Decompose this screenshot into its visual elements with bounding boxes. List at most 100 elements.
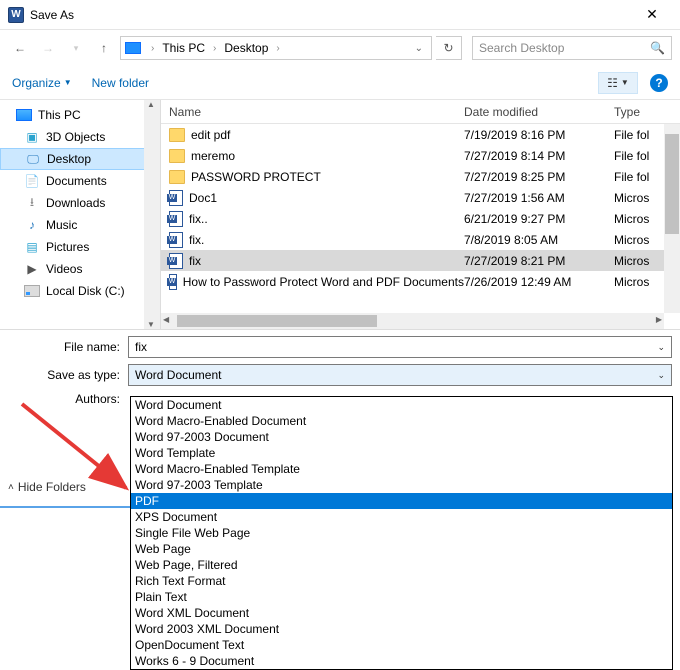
cube-icon: ▣: [24, 129, 40, 145]
divider: [0, 506, 130, 508]
word-app-icon: W: [8, 7, 24, 23]
saveastype-option[interactable]: Word 2003 XML Document: [131, 621, 672, 637]
word-doc-icon: [169, 232, 183, 248]
folder-icon: [169, 170, 185, 184]
window-title: Save As: [30, 8, 632, 22]
chevron-down-icon: ▼: [621, 78, 629, 87]
breadcrumb-dropdown-icon[interactable]: ⌄: [415, 43, 427, 54]
word-doc-icon: [169, 211, 183, 227]
tree-downloads[interactable]: ⭳ Downloads: [0, 192, 160, 214]
breadcrumb[interactable]: › This PC › Desktop › ⌄: [120, 36, 432, 60]
saveastype-option[interactable]: Web Page: [131, 541, 672, 557]
crumb-this-pc[interactable]: This PC: [160, 41, 207, 55]
saveastype-option[interactable]: Word Macro-Enabled Document: [131, 413, 672, 429]
file-row[interactable]: PASSWORD PROTECT7/27/2019 8:25 PMFile fo…: [161, 166, 680, 187]
folder-icon: [169, 149, 185, 163]
saveastype-option[interactable]: Works 6 - 9 Document: [131, 653, 672, 669]
view-options-button[interactable]: ☷ ▼: [598, 72, 638, 94]
saveastype-option[interactable]: Word Document: [131, 397, 672, 413]
close-button[interactable]: ✕: [632, 0, 672, 30]
search-placeholder: Search Desktop: [479, 41, 564, 55]
address-bar: ← → ▾ ↑ › This PC › Desktop › ⌄ ↻ Search…: [0, 30, 680, 66]
chevron-down-icon: ▼: [64, 78, 72, 87]
file-row[interactable]: fix7/27/2019 8:21 PMMicros: [161, 250, 680, 271]
word-doc-icon: [169, 274, 177, 290]
titlebar: W Save As ✕: [0, 0, 680, 30]
tree-scrollbar[interactable]: [144, 100, 160, 329]
new-folder-button[interactable]: New folder: [92, 76, 149, 90]
back-button[interactable]: ←: [8, 36, 32, 60]
hide-folders-button[interactable]: ˄ Hide Folders: [8, 480, 130, 494]
tree-desktop[interactable]: 🖵 Desktop: [0, 148, 160, 170]
tree-videos[interactable]: ▶ Videos: [0, 258, 160, 280]
chevron-down-icon[interactable]: ⌄: [657, 342, 665, 353]
videos-icon: ▶: [24, 261, 40, 277]
filename-input[interactable]: fix ⌄: [128, 336, 672, 358]
tree-this-pc[interactable]: This PC: [0, 104, 160, 126]
saveastype-option[interactable]: Web Page, Filtered: [131, 557, 672, 573]
pc-icon: [16, 109, 32, 121]
saveastype-option[interactable]: Word Macro-Enabled Template: [131, 461, 672, 477]
file-list-vscrollbar[interactable]: [664, 124, 680, 313]
tree-music[interactable]: ♪ Music: [0, 214, 160, 236]
chevron-down-icon: ⌄: [657, 370, 665, 381]
col-name[interactable]: Name: [161, 100, 464, 123]
saveastype-option[interactable]: Rich Text Format: [131, 573, 672, 589]
search-input[interactable]: Search Desktop 🔍: [472, 36, 672, 60]
authors-label: Authors:: [8, 392, 128, 406]
tree-documents[interactable]: 📄 Documents: [0, 170, 160, 192]
disk-icon: [24, 285, 40, 297]
saveastype-label: Save as type:: [8, 368, 128, 382]
up-button[interactable]: ↑: [92, 36, 116, 60]
saveastype-option[interactable]: Word XML Document: [131, 605, 672, 621]
column-headers: Name Date modified Type: [161, 100, 680, 124]
pc-icon: [125, 42, 141, 54]
chevron-right-icon[interactable]: ›: [272, 43, 283, 54]
saveastype-option[interactable]: XPS Document: [131, 509, 672, 525]
music-icon: ♪: [24, 217, 40, 233]
file-row[interactable]: fix.7/8/2019 8:05 AMMicros: [161, 229, 680, 250]
crumb-desktop[interactable]: Desktop: [222, 41, 270, 55]
nav-tree: This PC ▣ 3D Objects 🖵 Desktop 📄 Documen…: [0, 100, 160, 329]
desktop-icon: 🖵: [25, 151, 41, 167]
file-list: Name Date modified Type edit pdf7/19/201…: [161, 100, 680, 329]
help-button[interactable]: ?: [650, 74, 668, 92]
saveastype-options: Word DocumentWord Macro-Enabled Document…: [130, 396, 673, 670]
file-row[interactable]: Doc17/27/2019 1:56 AMMicros: [161, 187, 680, 208]
pictures-icon: ▤: [24, 239, 40, 255]
col-date[interactable]: Date modified: [464, 100, 614, 123]
file-row[interactable]: How to Password Protect Word and PDF Doc…: [161, 271, 680, 292]
tree-3d-objects[interactable]: ▣ 3D Objects: [0, 126, 160, 148]
saveastype-option[interactable]: Single File Web Page: [131, 525, 672, 541]
footer: ˄ Hide Folders: [0, 480, 130, 494]
saveastype-option[interactable]: Word Template: [131, 445, 672, 461]
saveastype-option[interactable]: OpenDocument Text: [131, 637, 672, 653]
file-row[interactable]: meremo7/27/2019 8:14 PMFile fol: [161, 145, 680, 166]
refresh-button[interactable]: ↻: [436, 36, 462, 60]
file-row[interactable]: fix..6/21/2019 9:27 PMMicros: [161, 208, 680, 229]
forward-button[interactable]: →: [36, 36, 60, 60]
view-icon: ☷: [607, 76, 618, 90]
word-doc-icon: [169, 190, 183, 206]
saveastype-option[interactable]: Word 97-2003 Document: [131, 429, 672, 445]
main-pane: This PC ▣ 3D Objects 🖵 Desktop 📄 Documen…: [0, 100, 680, 330]
downloads-icon: ⭳: [24, 195, 40, 211]
folder-icon: [169, 128, 185, 142]
saveastype-dropdown[interactable]: Word Document ⌄: [128, 364, 672, 386]
recent-dropdown[interactable]: ▾: [64, 36, 88, 60]
col-type[interactable]: Type: [614, 100, 664, 123]
file-row[interactable]: edit pdf7/19/2019 8:16 PMFile fol: [161, 124, 680, 145]
saveastype-option[interactable]: PDF: [131, 493, 672, 509]
saveastype-option[interactable]: Word 97-2003 Template: [131, 477, 672, 493]
tree-local-disk[interactable]: Local Disk (C:): [0, 280, 160, 302]
chevron-up-icon: ˄: [8, 482, 14, 493]
organize-button[interactable]: Organize ▼: [12, 76, 72, 90]
documents-icon: 📄: [24, 173, 40, 189]
toolbar: Organize ▼ New folder ☷ ▼ ?: [0, 66, 680, 100]
chevron-right-icon[interactable]: ›: [209, 43, 220, 54]
file-list-hscrollbar[interactable]: [161, 313, 664, 329]
saveastype-option[interactable]: Plain Text: [131, 589, 672, 605]
word-doc-icon: [169, 253, 183, 269]
tree-pictures[interactable]: ▤ Pictures: [0, 236, 160, 258]
chevron-right-icon[interactable]: ›: [147, 43, 158, 54]
